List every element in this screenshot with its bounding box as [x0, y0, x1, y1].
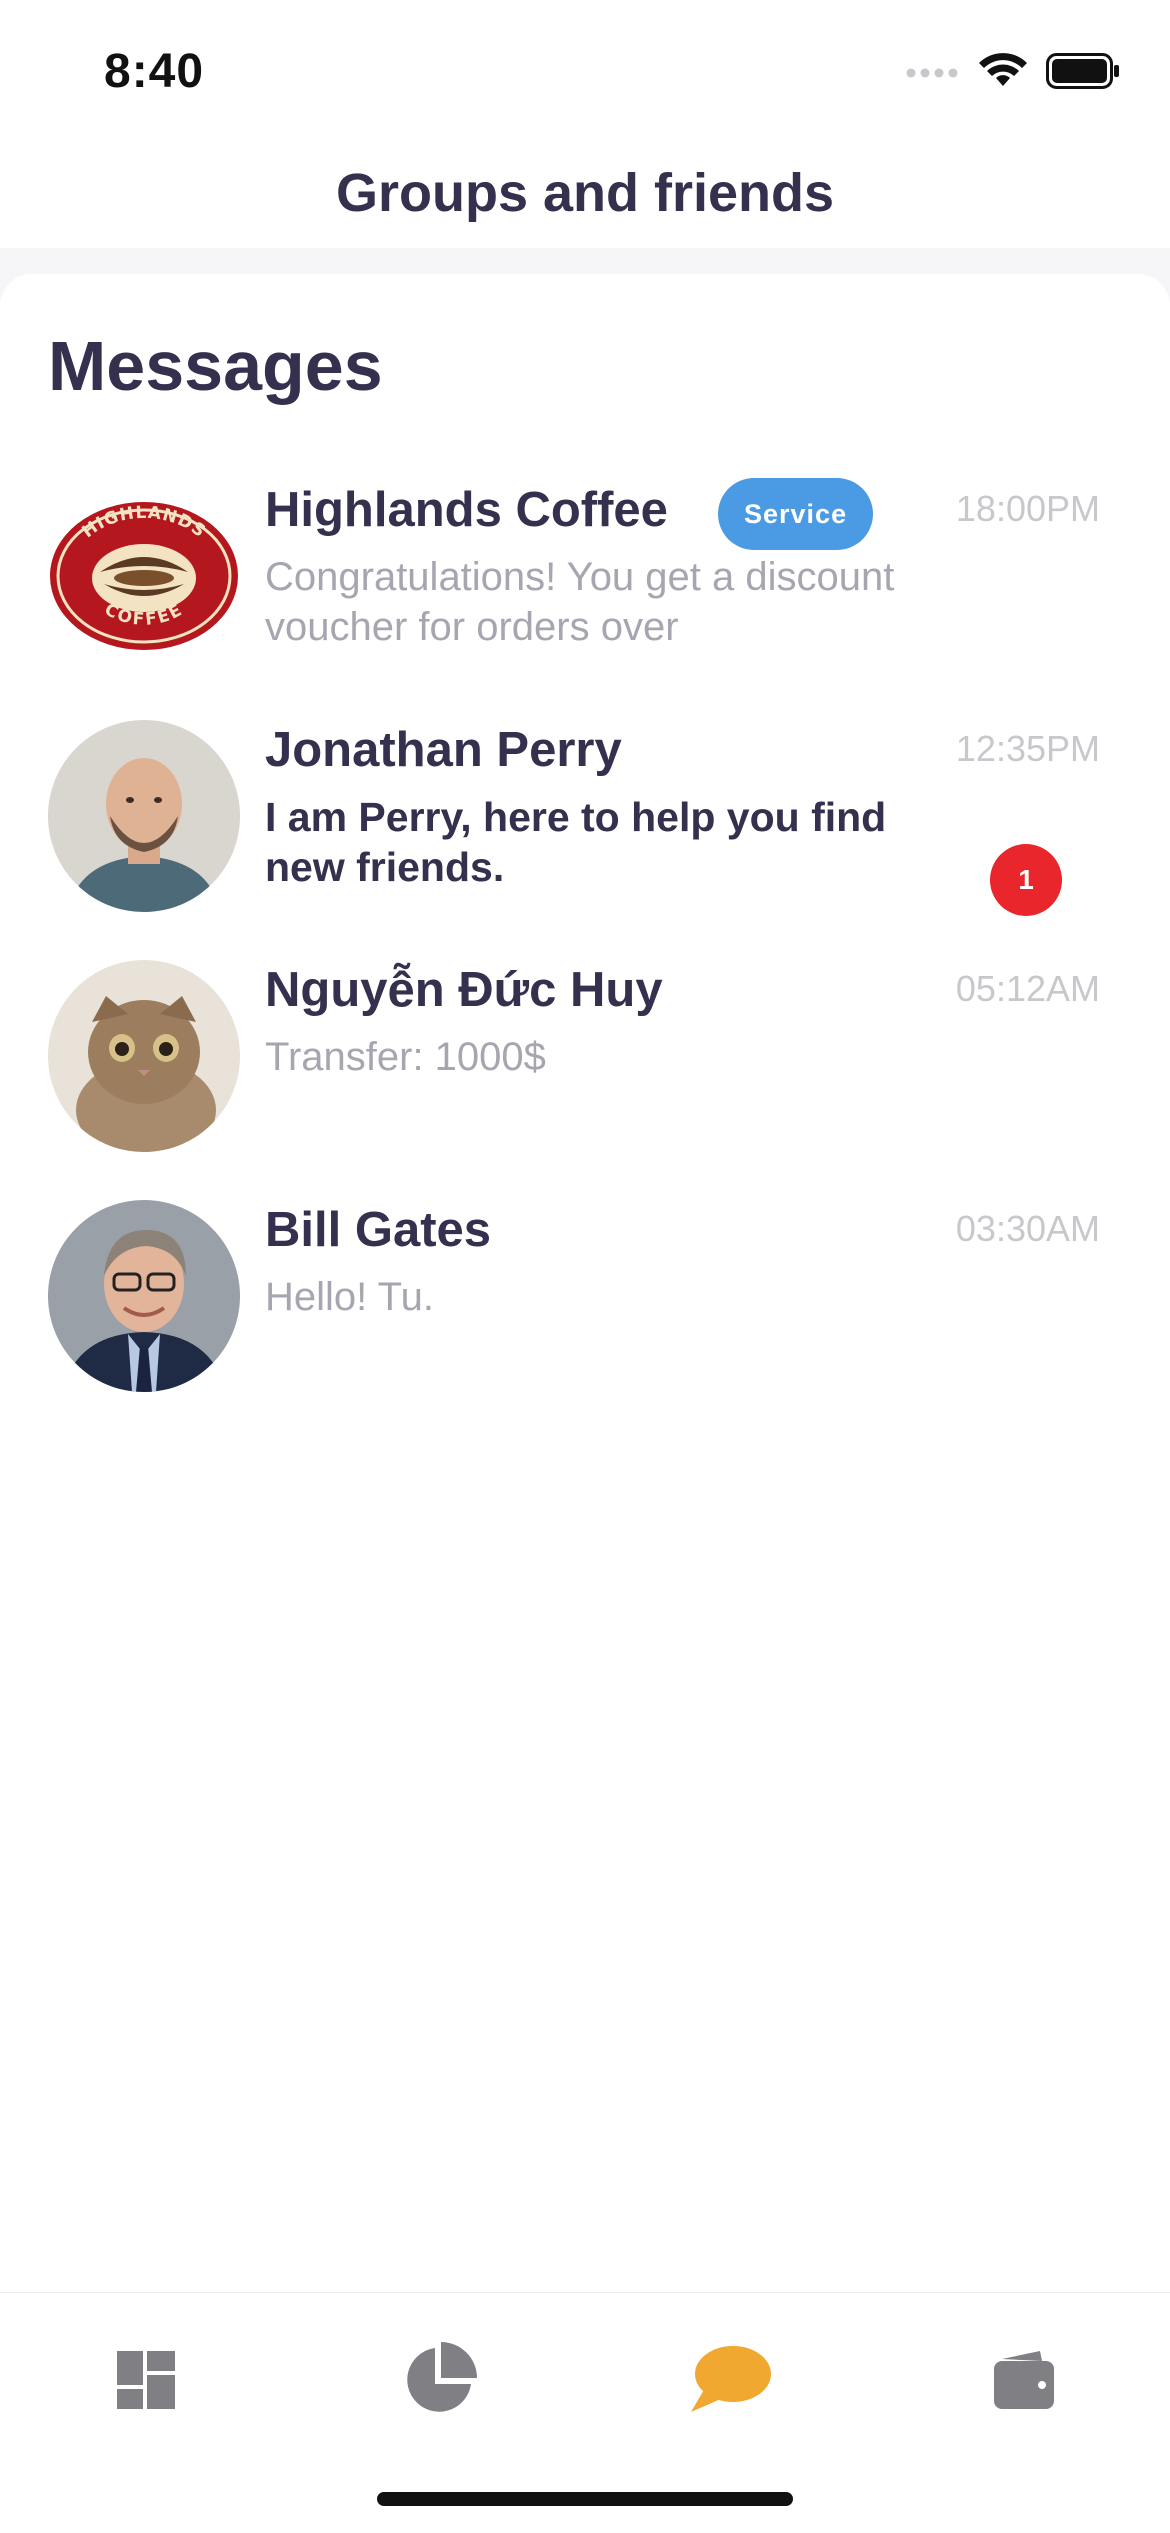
tab-statistics[interactable] [379, 2337, 499, 2427]
message-time: 12:35PM [955, 728, 1100, 769]
chat-bubble-icon [691, 2344, 771, 2421]
message-preview: Congratulations! You get a discount vouc… [265, 555, 895, 649]
status-icons [906, 52, 1120, 95]
cat-avatar [48, 960, 240, 1152]
bill-gates-avatar [48, 1200, 240, 1392]
tab-wallet[interactable] [964, 2337, 1084, 2427]
service-badge: Service [718, 478, 874, 550]
highlands-coffee-logo: HIGHLANDS COFFEE [48, 480, 240, 672]
dashboard-icon [117, 2350, 175, 2414]
conversation-row[interactable]: Nguyễn Đức Huy Transfer: 1000$ 05:12AM [0, 960, 1170, 1200]
message-preview: Hello! Tu. [265, 1275, 434, 1319]
message-time: 05:12AM [955, 968, 1100, 1009]
nav-bar: Groups and friends [0, 130, 1170, 248]
conversation-row[interactable]: Jonathan Perry I am Perry, here to help … [0, 720, 1170, 960]
page-title: Groups and friends [335, 163, 835, 223]
pie-chart-icon [401, 2341, 477, 2423]
contact-name: Highlands Coffee [265, 483, 668, 537]
status-time: 8:40 [104, 45, 205, 98]
tab-bar [0, 2292, 1170, 2533]
conversation-row[interactable]: Bill Gates Hello! Tu. 03:30AM [0, 1200, 1170, 1440]
message-time: 03:30AM [955, 1208, 1100, 1249]
wifi-icon [978, 52, 1028, 95]
unread-count-badge: 1 [990, 844, 1062, 916]
signal-icon [906, 64, 960, 83]
conversation-row[interactable]: HIGHLANDS COFFEE Highlands Coffee Servic… [0, 478, 1170, 720]
tab-dashboard[interactable] [86, 2337, 206, 2427]
status-bar: 8:40 [0, 0, 1170, 130]
message-preview: Transfer: 1000$ [265, 1035, 546, 1079]
contact-name: Nguyễn Đức Huy [265, 963, 663, 1017]
tab-messages[interactable] [671, 2337, 791, 2427]
contact-name: Bill Gates [265, 1203, 492, 1257]
messages-card: Messages HIGHLANDS COFFEE Highlands Coff… [0, 274, 1170, 2294]
message-preview: I am Perry, here to help you find new fr… [265, 794, 887, 890]
home-indicator [377, 2492, 793, 2506]
wallet-icon [994, 2350, 1054, 2414]
battery-icon [1046, 53, 1120, 94]
message-time: 18:00PM [955, 488, 1100, 529]
jonathan-perry-avatar [48, 720, 240, 912]
messages-section-title: Messages [48, 327, 383, 405]
contact-name: Jonathan Perry [265, 723, 622, 777]
